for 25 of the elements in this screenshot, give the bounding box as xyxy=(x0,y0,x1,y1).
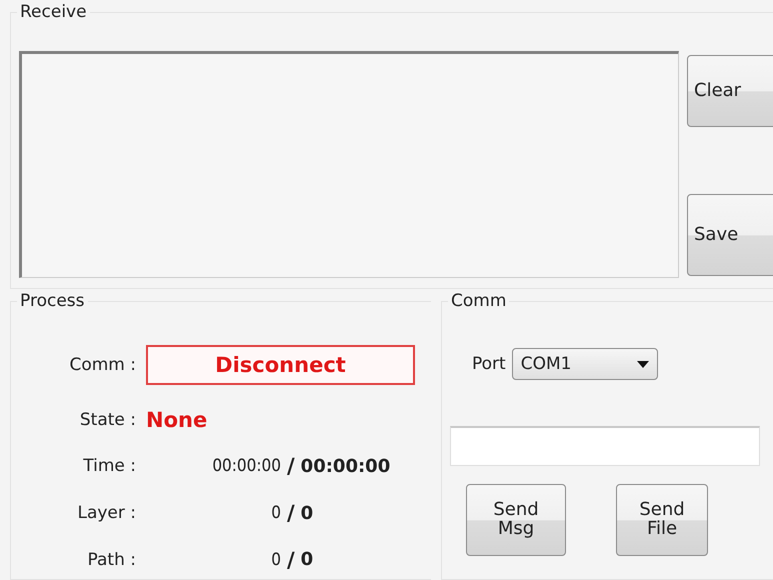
message-field[interactable] xyxy=(450,426,760,466)
separator: / xyxy=(287,454,295,478)
total-value: 00:00:00 xyxy=(300,456,390,477)
port-label: Port xyxy=(472,354,506,374)
field-label: State : xyxy=(78,410,136,430)
current-value: 00:00:00 xyxy=(211,456,281,476)
receive-log[interactable] xyxy=(19,51,679,278)
port-dropdown[interactable]: COM1 xyxy=(512,348,658,380)
field-label: Path : xyxy=(86,550,136,570)
clear-button[interactable]: Clear xyxy=(687,55,773,127)
field-label: Comm : xyxy=(68,355,136,376)
field-label: Layer : xyxy=(76,503,136,524)
total-value: 0 xyxy=(300,549,314,570)
connection-status: Disconnect xyxy=(146,345,415,386)
send-message-button[interactable]: Send Msg xyxy=(466,484,566,556)
current-value: 0 xyxy=(270,550,281,570)
current-value: 0 xyxy=(270,503,281,524)
state-value: None xyxy=(146,408,208,432)
caret-icon xyxy=(636,360,649,368)
separator: / xyxy=(287,548,295,572)
separator: / xyxy=(287,501,295,526)
total-value: 0 xyxy=(300,502,314,524)
save-button[interactable]: Save xyxy=(687,194,773,276)
send-file-button[interactable]: Send File xyxy=(616,484,708,556)
field-label: Time : xyxy=(82,456,136,476)
